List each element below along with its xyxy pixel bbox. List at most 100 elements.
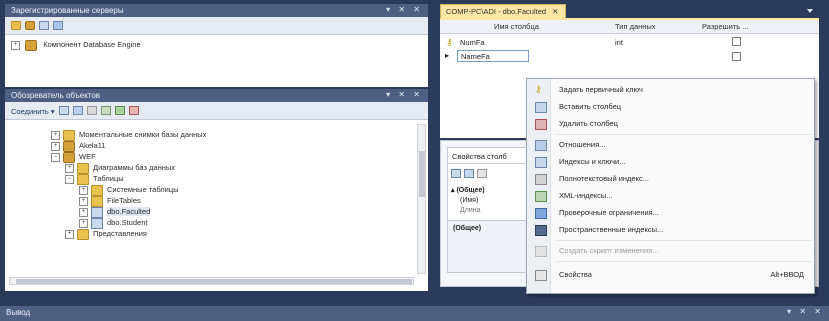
allow-nulls-checkbox[interactable] (732, 52, 741, 61)
horizontal-scrollbar[interactable] (9, 277, 414, 285)
tree-row-system-tables[interactable]: + Системные таблицы (79, 184, 179, 196)
vertical-scrollbar[interactable] (417, 124, 426, 274)
summary-icon[interactable] (129, 106, 139, 115)
output-titlebar: Вывод ▾ ✕ ✕ (0, 306, 829, 321)
object-explorer-window-buttons[interactable]: ▾ ✕ ✕ (386, 91, 423, 99)
analysis-services-icon[interactable] (39, 21, 49, 30)
registered-servers-titlebar: Зарегистрированные серверы ▾ ✕ ✕ (5, 4, 428, 17)
expand-icon[interactable]: + (79, 218, 88, 228)
designer-tab-label: COMP-PC\ADI - dbo.Faculted (446, 7, 547, 16)
connect-object-icon[interactable] (59, 106, 69, 115)
menu-item-xml-indexes[interactable]: XML-индексы... (527, 187, 814, 204)
fulltext-index-icon (535, 174, 547, 185)
tree-row-diagrams[interactable]: + Диаграммы баз данных (65, 162, 175, 174)
folder-icon (77, 173, 89, 185)
menu-item-relationships[interactable]: Отношения... (527, 136, 814, 153)
properties-row-general[interactable]: ▴ (Общее) (451, 186, 485, 194)
tree-row-database-engine[interactable]: + Компонент Database Engine (11, 39, 141, 51)
allow-nulls-header[interactable]: Разрешить ... (702, 20, 749, 34)
properties-icon (535, 270, 547, 281)
registered-servers-toolbar (5, 17, 428, 35)
alphabetical-icon[interactable] (464, 169, 474, 178)
properties-row-length[interactable]: Длина (460, 207, 481, 214)
document-overflow-icon[interactable] (807, 9, 813, 13)
tab-close-icon[interactable]: ✕ (552, 7, 558, 16)
primary-key-icon: ⚷ (535, 84, 542, 94)
folder-icon (77, 162, 89, 174)
stop-icon[interactable] (87, 106, 97, 115)
refresh-icon[interactable] (115, 106, 125, 115)
xml-indexes-icon (535, 191, 547, 202)
tree-row-dbo-faculted[interactable]: + dbo.Faculted (79, 206, 151, 218)
tree-row-snapshots[interactable]: + Моментальные снимки базы данных (51, 129, 206, 141)
tree-row-tables[interactable]: − Таблицы (65, 173, 124, 185)
tree-row-wef[interactable]: − WEF (51, 151, 96, 163)
delete-column-icon (535, 119, 547, 130)
expand-icon[interactable]: + (79, 185, 88, 195)
collapse-icon[interactable]: − (65, 174, 74, 184)
tree-label: Компонент Database Engine (43, 40, 141, 49)
check-constraints-icon (535, 208, 547, 219)
object-explorer-toolbar: Соединить ▾ (5, 102, 428, 120)
allow-nulls-checkbox[interactable] (732, 37, 741, 46)
scrollbar-thumb[interactable] (16, 279, 412, 284)
filter-icon[interactable] (101, 106, 111, 115)
disconnect-icon[interactable] (73, 106, 83, 115)
column-name-header[interactable]: Имя столбца (494, 20, 539, 34)
reporting-services-icon[interactable] (53, 21, 63, 30)
designer-tab[interactable]: COMP-PC\ADI - dbo.Faculted ✕ (440, 4, 566, 19)
folder-icon (91, 195, 103, 207)
menu-item-delete-column[interactable]: Удалить столбец (527, 115, 814, 132)
object-explorer-tree: + Моментальные снимки базы данных + Akela1… (5, 120, 428, 291)
column-name-cell[interactable]: NameFa (457, 50, 529, 62)
tree-row-views[interactable]: + Представления (65, 228, 147, 240)
menu-item-spatial-indexes[interactable]: Пространственные индексы... (527, 221, 814, 238)
database-engine-icon (25, 39, 38, 51)
expand-icon[interactable]: + (65, 163, 74, 173)
data-type-header[interactable]: Тип данных (615, 20, 656, 34)
collapse-icon[interactable]: − (51, 152, 60, 162)
menu-separator (557, 134, 811, 135)
expand-icon[interactable]: + (51, 141, 60, 151)
object-explorer-titlebar: Обозреватель объектов ▾ ✕ ✕ (5, 89, 428, 102)
tree-row-akela11[interactable]: + Akela11 (51, 140, 106, 152)
property-pages-icon[interactable] (477, 169, 487, 178)
table-row[interactable]: ▸ NameFa (440, 50, 819, 64)
categorized-icon[interactable] (451, 169, 461, 178)
folder-icon (77, 228, 89, 240)
menu-separator (557, 261, 811, 262)
server-group-icon[interactable] (11, 21, 21, 30)
folder-icon (91, 184, 103, 196)
relationships-icon (535, 140, 547, 151)
object-explorer-title: Обозреватель объектов (11, 91, 101, 100)
menu-item-properties[interactable]: Свойства Alt+ВВОД (527, 266, 814, 283)
registered-servers-tree: + Компонент Database Engine (5, 35, 428, 87)
properties-toolbar (451, 168, 535, 180)
menu-shortcut: Alt+ВВОД (770, 270, 804, 279)
menu-item-fulltext-index[interactable]: Полнотекстовый индекс... (527, 170, 814, 187)
expand-icon[interactable]: + (79, 196, 88, 206)
menu-item-generate-change-script[interactable]: Создать скрипт изменения... (527, 242, 814, 259)
menu-item-set-primary-key[interactable]: ⚷ Задать первичный ключ (527, 81, 814, 98)
scrollbar-thumb[interactable] (419, 151, 425, 197)
output-window-buttons[interactable]: ▾ ✕ ✕ (787, 308, 824, 316)
menu-separator (557, 240, 811, 241)
menu-item-indexes-keys[interactable]: Индексы и ключи... (527, 153, 814, 170)
table-icon (91, 206, 103, 218)
expand-icon[interactable]: + (65, 229, 74, 239)
expand-icon[interactable]: + (11, 40, 20, 50)
column-name-cell[interactable]: NumFa (460, 38, 485, 47)
data-type-cell[interactable]: int (615, 38, 623, 47)
expand-icon[interactable]: + (51, 130, 60, 140)
properties-row-name[interactable]: (Имя) (460, 197, 478, 204)
expand-icon[interactable]: + (79, 207, 88, 217)
connect-button[interactable]: Соединить ▾ (11, 107, 55, 116)
menu-item-insert-column[interactable]: Вставить столбец (527, 98, 814, 115)
registered-servers-window-buttons[interactable]: ▾ ✕ ✕ (386, 6, 423, 14)
database-engine-icon[interactable] (25, 21, 35, 30)
tree-row-filetables[interactable]: + FileTables (79, 195, 141, 207)
menu-item-check-constraints[interactable]: Проверочные ограничения... (527, 204, 814, 221)
tree-row-dbo-student[interactable]: + dbo.Student (79, 217, 147, 229)
output-title: Вывод (6, 308, 31, 317)
table-row[interactable]: ⚷ NumFa int (440, 35, 819, 49)
